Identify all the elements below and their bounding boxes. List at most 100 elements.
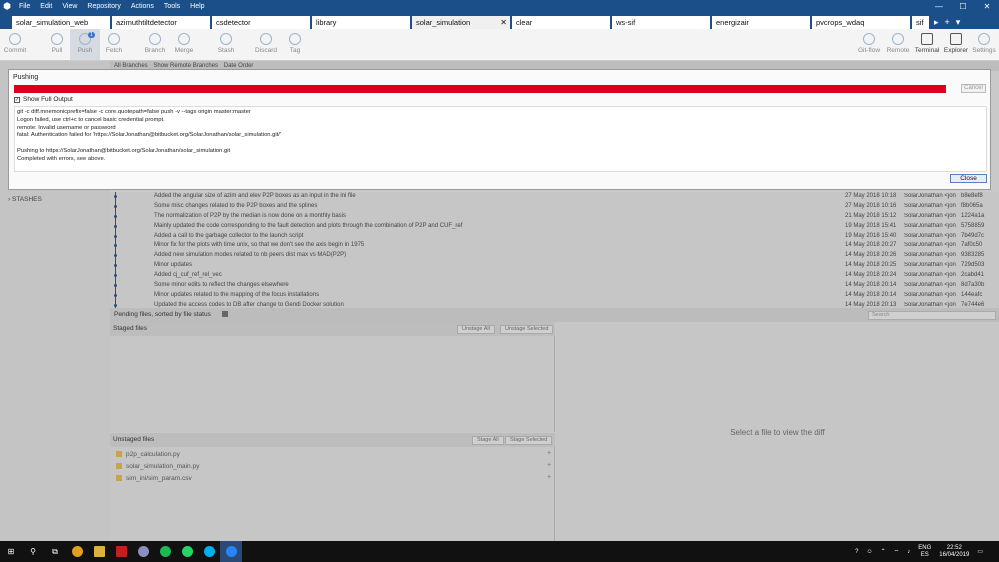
table-row[interactable]: Some misc changes related to the P2P box… xyxy=(110,202,999,212)
help-icon[interactable]: ? xyxy=(855,549,858,555)
explorer-button[interactable]: Explorer xyxy=(941,29,971,60)
pending-files-bar: Pending files, sorted by file status xyxy=(110,308,999,322)
windows-taskbar: ⊞ ⚲ ⧉ ? ☺ ⌃ ⌔ ♪ ENG ES 22:52 16/04/2019 ▭ xyxy=(0,541,999,562)
tab-scroll-right-icon[interactable]: ▸ xyxy=(931,16,942,29)
dialog-title: Pushing xyxy=(13,74,39,81)
staged-files-panel: Staged files Unstage All Unstage Selecte… xyxy=(110,322,555,432)
menu-actions[interactable]: Actions xyxy=(126,0,159,13)
tab-azimuthtiltdetector[interactable]: azimuthtiltdetector xyxy=(112,16,210,29)
search-input[interactable]: Search xyxy=(868,311,996,320)
notifications-icon[interactable]: ▭ xyxy=(977,548,983,555)
tab-library[interactable]: library xyxy=(312,16,410,29)
maximize-icon[interactable]: ☐ xyxy=(951,0,975,13)
acrobat-icon[interactable] xyxy=(110,541,132,562)
show-full-output-checkbox[interactable]: ✓ Show Full Output xyxy=(14,96,73,103)
task-view-icon[interactable]: ⧉ xyxy=(44,541,66,562)
discard-icon xyxy=(260,33,272,45)
pull-button[interactable]: Pull xyxy=(42,29,72,60)
table-row[interactable]: Added cj_cuf_ref_rel_vec 14 May 2018 20:2… xyxy=(110,271,999,281)
menu-file[interactable]: File xyxy=(14,0,35,13)
modified-file-icon xyxy=(116,451,122,458)
tab-sif[interactable]: sif xyxy=(912,16,929,29)
menu-tools[interactable]: Tools xyxy=(159,0,185,13)
tab-clear[interactable]: clear xyxy=(512,16,610,29)
tab-csdetector[interactable]: csdetector xyxy=(212,16,310,29)
command-output[interactable]: git -c diff.mnemonicprefix=false -c core… xyxy=(14,106,987,172)
skype-icon[interactable] xyxy=(198,541,220,562)
list-view-icon[interactable] xyxy=(222,311,228,317)
remote-button[interactable]: Remote xyxy=(883,29,913,60)
close-tab-icon[interactable]: ✕ xyxy=(500,16,507,29)
fetch-button[interactable]: Fetch xyxy=(99,29,129,60)
cancel-button[interactable]: Cancel xyxy=(961,84,986,93)
people-icon[interactable]: ☺ xyxy=(866,549,872,555)
commit-dot xyxy=(114,264,117,267)
file-explorer-icon[interactable] xyxy=(88,541,110,562)
table-row[interactable]: Minor updates related to the mapping of … xyxy=(110,291,999,301)
language-indicator[interactable]: ENG ES xyxy=(918,545,931,559)
table-row[interactable]: Minor fix for the plots with time unix, … xyxy=(110,241,999,251)
sourcetree-taskbar-icon[interactable] xyxy=(220,541,242,562)
chrome-icon[interactable] xyxy=(66,541,88,562)
push-button[interactable]: 1 Push xyxy=(70,29,100,60)
tab-ws-sif[interactable]: ws-sif xyxy=(612,16,710,29)
list-item[interactable]: p2p_calculation.py + xyxy=(116,450,551,458)
commit-dot xyxy=(114,294,117,297)
eclipse-icon[interactable] xyxy=(132,541,154,562)
tag-button[interactable]: Tag xyxy=(280,29,310,60)
settings-button[interactable]: Settings xyxy=(969,29,999,60)
stage-all-button[interactable]: Stage All xyxy=(472,436,504,445)
sidebar-item-stashes[interactable]: › STASHES xyxy=(8,196,42,203)
table-row[interactable]: Added new simulation modes related to nb… xyxy=(110,251,999,261)
menu-help[interactable]: Help xyxy=(185,0,209,13)
commit-dot xyxy=(114,195,117,198)
add-file-icon[interactable]: + xyxy=(547,450,551,457)
close-button[interactable]: Close xyxy=(950,174,987,183)
wifi-icon[interactable]: ⌔ xyxy=(894,548,900,556)
commit-list: Added the angular size of azim and elev … xyxy=(110,192,999,308)
stash-button[interactable]: Stash xyxy=(211,29,241,60)
tab-solar-simulation[interactable]: solar_simulation ✕ xyxy=(412,16,510,29)
menu-repository[interactable]: Repository xyxy=(82,0,125,13)
discard-button[interactable]: Discard xyxy=(251,29,281,60)
commit-dot xyxy=(114,254,117,257)
new-tab-plus-icon[interactable]: + xyxy=(942,16,953,29)
merge-button[interactable]: Merge xyxy=(169,29,199,60)
pending-sort-dropdown[interactable]: Pending files, sorted by file status xyxy=(114,311,211,318)
table-row[interactable]: Added the angular size of azim and elev … xyxy=(110,192,999,202)
unstage-selected-button[interactable]: Unstage Selected xyxy=(500,325,554,334)
spotify-icon[interactable] xyxy=(154,541,176,562)
clock[interactable]: 22:52 16/04/2019 xyxy=(939,545,969,559)
commit-button[interactable]: Commit xyxy=(0,29,30,60)
table-row[interactable]: Mainly updated the code corresponding to… xyxy=(110,222,999,232)
commit-dot xyxy=(114,215,117,218)
search-icon[interactable]: ⚲ xyxy=(22,541,44,562)
table-row[interactable]: Some minor edits to reflect the changes … xyxy=(110,281,999,291)
table-row[interactable]: Updated the access codes to DB after cha… xyxy=(110,301,999,308)
gitflow-button[interactable]: Git-flow xyxy=(854,29,884,60)
menu-edit[interactable]: Edit xyxy=(35,0,57,13)
list-item[interactable]: solar_simulation_main.py + xyxy=(116,462,551,470)
terminal-button[interactable]: Terminal xyxy=(912,29,942,60)
menu-view[interactable]: View xyxy=(57,0,82,13)
tab-energizair[interactable]: energizair xyxy=(712,16,810,29)
tray-chevron-icon[interactable]: ⌃ xyxy=(881,548,886,555)
minimize-icon[interactable]: — xyxy=(927,0,951,13)
tag-icon xyxy=(289,33,301,45)
close-window-icon[interactable]: ✕ xyxy=(975,0,999,13)
add-file-icon[interactable]: + xyxy=(547,462,551,469)
list-item[interactable]: sim_ini/sim_param.csv + xyxy=(116,474,551,482)
windows-start-icon[interactable]: ⊞ xyxy=(0,541,22,562)
tab-pvcrops-wdaq[interactable]: pvcrops_wdaq xyxy=(812,16,910,29)
table-row[interactable]: The normalization of P2P by the median i… xyxy=(110,212,999,222)
branch-button[interactable]: Branch xyxy=(140,29,170,60)
table-row[interactable]: Minor updates 14 May 2018 20:25 SolarJonat… xyxy=(110,261,999,271)
stage-selected-button[interactable]: Stage Selected xyxy=(505,436,553,445)
tab-list-chevron-icon[interactable]: ▾ xyxy=(953,16,964,29)
unstage-all-button[interactable]: Unstage All xyxy=(457,325,495,334)
volume-icon[interactable]: ♪ xyxy=(907,549,910,555)
add-file-icon[interactable]: + xyxy=(547,474,551,481)
tab-solar-simulation-web[interactable]: solar_simulation_web xyxy=(12,16,110,29)
whatsapp-icon[interactable] xyxy=(176,541,198,562)
diff-panel: Select a file to view the diff xyxy=(556,322,999,541)
